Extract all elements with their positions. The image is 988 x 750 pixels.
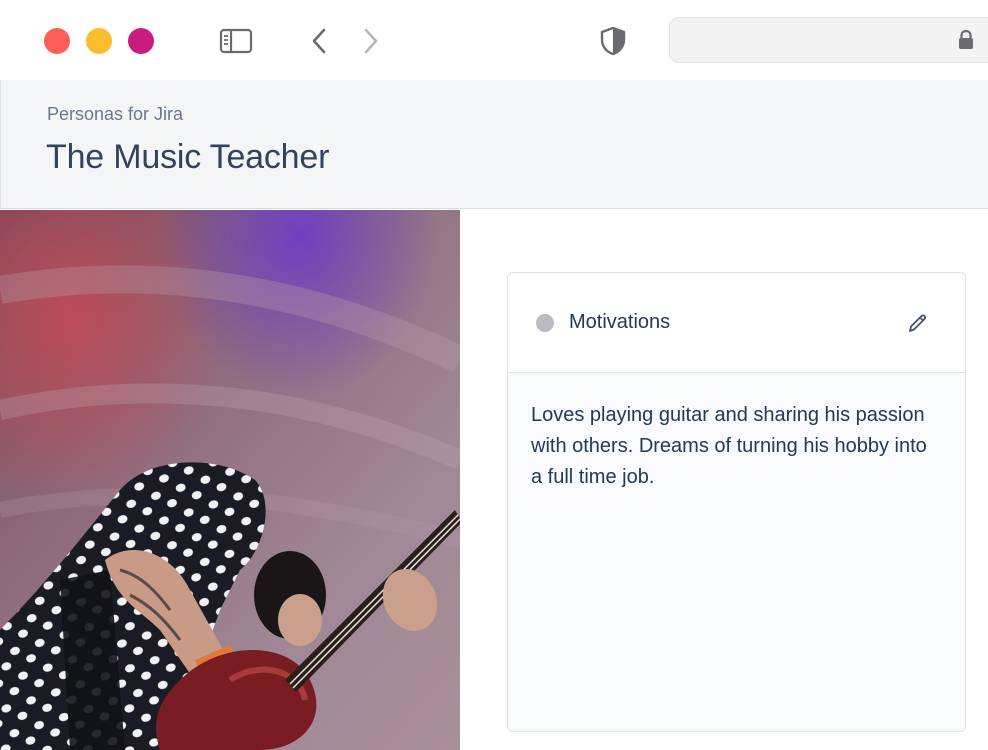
- close-window-button[interactable]: [44, 28, 70, 54]
- minimize-window-button[interactable]: [86, 28, 112, 54]
- breadcrumb[interactable]: Personas for Jira: [47, 104, 183, 125]
- shield-icon[interactable]: [598, 26, 628, 56]
- guitarist-photo: [0, 210, 460, 750]
- motivations-card: Motivations Loves playing guitar and sha…: [507, 272, 966, 732]
- sidebar-toggle-icon[interactable]: [218, 26, 254, 56]
- card-header: Motivations: [508, 273, 965, 373]
- pencil-icon[interactable]: [902, 309, 932, 339]
- card-body-text: Loves playing guitar and sharing his pas…: [531, 404, 927, 488]
- chevron-left-icon[interactable]: [304, 26, 334, 56]
- lock-icon: [957, 29, 975, 56]
- card-title: Motivations: [569, 311, 671, 333]
- zoom-window-button[interactable]: [128, 28, 154, 54]
- status-dot: [536, 314, 554, 332]
- page-header: Personas for Jira The Music Teacher: [0, 80, 988, 209]
- page-title: The Music Teacher: [46, 138, 330, 176]
- address-bar[interactable]: [669, 17, 988, 63]
- chevron-right-icon[interactable]: [356, 26, 386, 56]
- browser-titlebar: [0, 0, 988, 80]
